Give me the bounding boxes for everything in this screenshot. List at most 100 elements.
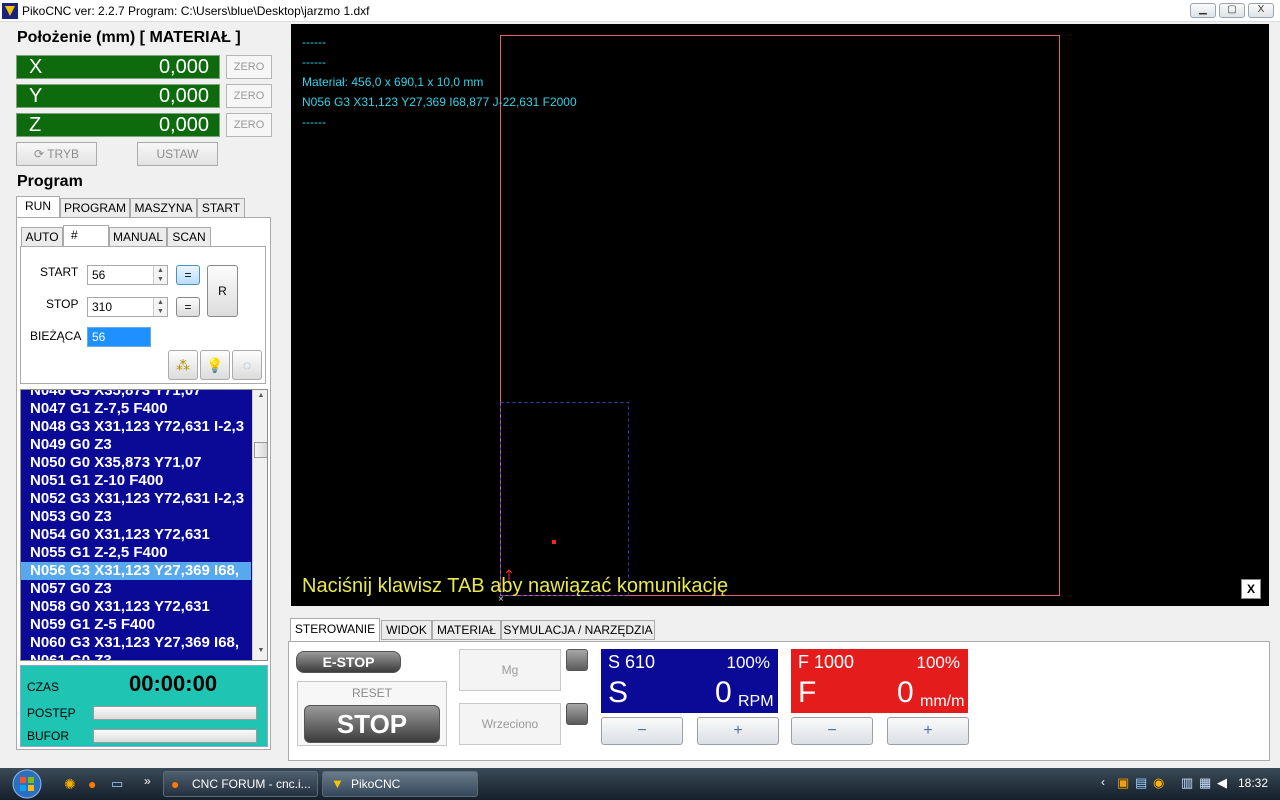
tray-network-icon[interactable]: ▤ xyxy=(1135,775,1147,791)
axis-z-value: 0,000 xyxy=(158,114,209,136)
info-line: ------ xyxy=(302,35,326,49)
tray-app-icon[interactable]: ▣ xyxy=(1117,775,1129,791)
tab-run[interactable]: RUN xyxy=(16,196,60,218)
nodes-button[interactable]: ⁂ xyxy=(168,350,198,380)
spindle-plus-button[interactable]: + xyxy=(697,717,779,745)
tab-view[interactable]: WIDOK xyxy=(381,620,432,640)
tab-machine[interactable]: MASZYNA xyxy=(130,198,197,218)
axis-y-label: Y xyxy=(29,85,43,107)
spindle-minus-button[interactable]: − xyxy=(601,717,683,745)
gcode-line[interactable]: N058 G0 X31,123 Y72,631 xyxy=(21,598,251,616)
zero-z-button[interactable]: ZERO xyxy=(226,113,272,137)
maximize-icon: ▢ xyxy=(1227,4,1237,15)
taskbar-clock[interactable]: 18:32 xyxy=(1238,776,1268,790)
taskbar-item-pikocnc[interactable]: ▼ PikoCNC xyxy=(322,771,478,797)
tray-volume-icon[interactable]: ◀ xyxy=(1217,775,1227,791)
gcode-line[interactable]: N054 G0 X31,123 Y72,631 xyxy=(21,526,251,544)
axis-y-value: 0,000 xyxy=(158,85,209,107)
tray-update-icon[interactable]: ◉ xyxy=(1153,775,1164,791)
light-off-button[interactable]: ◌ xyxy=(232,350,262,380)
axis-z-display: Z 0,000 xyxy=(16,113,220,137)
scroll-thumb[interactable] xyxy=(254,442,267,458)
reset-button[interactable]: RESET xyxy=(298,686,446,700)
quicklaunch-firefox-icon[interactable]: ● xyxy=(88,776,96,792)
start-line-input[interactable]: 56 ▲ ▼ xyxy=(87,265,168,285)
set-start-equal-button[interactable]: = xyxy=(176,265,200,285)
subtab-scan[interactable]: SCAN xyxy=(167,227,211,247)
bulb-icon: 💡 xyxy=(206,357,224,373)
tab-material[interactable]: MATERIAŁ xyxy=(432,620,501,640)
start-line-value: 56 xyxy=(92,268,106,282)
tab-program[interactable]: PROGRAM xyxy=(60,198,130,218)
spinner-arrows-icon[interactable]: ▲ ▼ xyxy=(153,266,167,284)
toolpath-canvas[interactable]: × ------ ------ Materiał: 456,0 x 690,1 … xyxy=(291,24,1269,606)
reset-stop-group: RESET STOP xyxy=(297,681,447,746)
feed-minus-button[interactable]: − xyxy=(791,717,873,745)
close-button[interactable]: X xyxy=(1248,3,1274,18)
gcode-line[interactable]: N053 G0 Z3 xyxy=(21,508,251,526)
status-message: Naciśnij klawisz TAB aby nawiązać komuni… xyxy=(302,575,729,597)
tray-expand-icon[interactable]: ‹ xyxy=(1101,775,1105,789)
gcode-list[interactable]: N046 G3 X35,873 Y71,07 N047 G1 Z-7,5 F400… xyxy=(20,389,268,661)
firefox-icon: ● xyxy=(171,776,180,792)
gcode-line[interactable]: N056 G3 X31,123 Y27,369 I68, xyxy=(21,562,251,580)
gcode-line[interactable]: N052 G3 X31,123 Y72,631 I-2,3 xyxy=(21,490,251,508)
tab-control[interactable]: STEROWANIE xyxy=(290,618,380,642)
gcode-line[interactable]: N048 G3 X31,123 Y72,631 I-2,3 xyxy=(21,418,251,436)
minus-icon: − xyxy=(637,722,647,739)
subtab-auto[interactable]: AUTO xyxy=(21,227,63,247)
tray-monitor-icon[interactable]: ▦ xyxy=(1199,775,1211,791)
spinner-arrows-icon[interactable]: ▲ ▼ xyxy=(153,298,167,316)
gcode-line[interactable]: N050 G0 X35,873 Y71,07 xyxy=(21,454,251,472)
light-on-button[interactable]: 💡 xyxy=(200,350,230,380)
spindle-indicator xyxy=(566,703,588,725)
gcode-line[interactable]: N047 G1 Z-7,5 F400 xyxy=(21,400,251,418)
gcode-line[interactable]: N055 G1 Z-2,5 F400 xyxy=(21,544,251,562)
quicklaunch-more-icon[interactable]: » xyxy=(144,774,151,788)
quicklaunch-desktop-icon[interactable]: ▭ xyxy=(111,776,123,792)
taskbar-item-firefox[interactable]: ● CNC FORUM - cnc.i... xyxy=(163,771,318,797)
gcode-line[interactable]: N060 G3 X31,123 Y27,369 I68, xyxy=(21,634,251,652)
set-stop-equal-button[interactable]: = xyxy=(176,297,200,317)
scroll-up-icon[interactable]: ▲ xyxy=(255,392,267,402)
gcode-scrollbar[interactable]: ▲ ▼ xyxy=(252,390,267,660)
feed-plus-button[interactable]: + xyxy=(887,717,969,745)
zero-y-button[interactable]: ZERO xyxy=(226,84,272,108)
spindle-toggle[interactable]: Wrzeciono xyxy=(459,703,561,745)
buffer-bar xyxy=(93,729,257,743)
toolpath-svg: × xyxy=(498,35,1060,605)
window-title: PikoCNC ver: 2.2.7 Program: C:\Users\blu… xyxy=(22,4,370,18)
maximize-button[interactable]: ▢ xyxy=(1219,3,1245,18)
canvas-close-button[interactable]: X xyxy=(1241,579,1261,599)
subtab-manual[interactable]: MANUAL xyxy=(109,227,167,247)
stop-line-value: 310 xyxy=(92,300,113,314)
axis-x-value: 0,000 xyxy=(158,56,209,78)
tab-simulation-tools[interactable]: SYMULACJA / NARZĘDZIA xyxy=(501,620,655,640)
gcode-line[interactable]: N049 G0 Z3 xyxy=(21,436,251,454)
set-button[interactable]: USTAW xyxy=(137,142,218,166)
time-value: 00:00:00 xyxy=(129,671,218,696)
info-line: ------ xyxy=(302,115,326,129)
stop-line-input[interactable]: 310 ▲ ▼ xyxy=(87,297,168,317)
scroll-down-icon[interactable]: ▼ xyxy=(255,647,267,657)
zero-x-button[interactable]: ZERO xyxy=(226,55,272,79)
gcode-line[interactable]: N059 G1 Z-5 F400 xyxy=(21,616,251,634)
tray-device-icon[interactable]: ▥ xyxy=(1181,775,1193,791)
taskbar: ✺ ● ▭ » ● CNC FORUM - cnc.i... ▼ PikoCNC… xyxy=(0,768,1280,800)
estop-button[interactable]: E-STOP xyxy=(296,651,401,673)
tab-start[interactable]: START xyxy=(197,198,245,218)
reset-range-button[interactable]: R xyxy=(207,265,238,317)
mode-button[interactable]: ⟳ TRYB xyxy=(16,142,97,166)
stop-button[interactable]: STOP xyxy=(304,705,440,743)
plus-icon: + xyxy=(733,722,743,739)
mg-toggle[interactable]: Mg xyxy=(459,649,561,691)
gcode-line[interactable]: N051 G1 Z-10 F400 xyxy=(21,472,251,490)
windows-start-icon[interactable] xyxy=(6,768,48,800)
quicklaunch-sun-icon[interactable]: ✺ xyxy=(64,776,76,793)
minimize-button[interactable]: ▁ xyxy=(1190,3,1216,18)
time-label: CZAS xyxy=(27,680,60,694)
gcode-line[interactable]: N057 G0 Z3 xyxy=(21,580,251,598)
gcode-line[interactable]: N046 G3 X35,873 Y71,07 xyxy=(21,390,251,400)
subtab-hash[interactable]: # xyxy=(63,225,109,247)
gcode-line[interactable]: N061 G0 Z3 xyxy=(21,652,251,660)
